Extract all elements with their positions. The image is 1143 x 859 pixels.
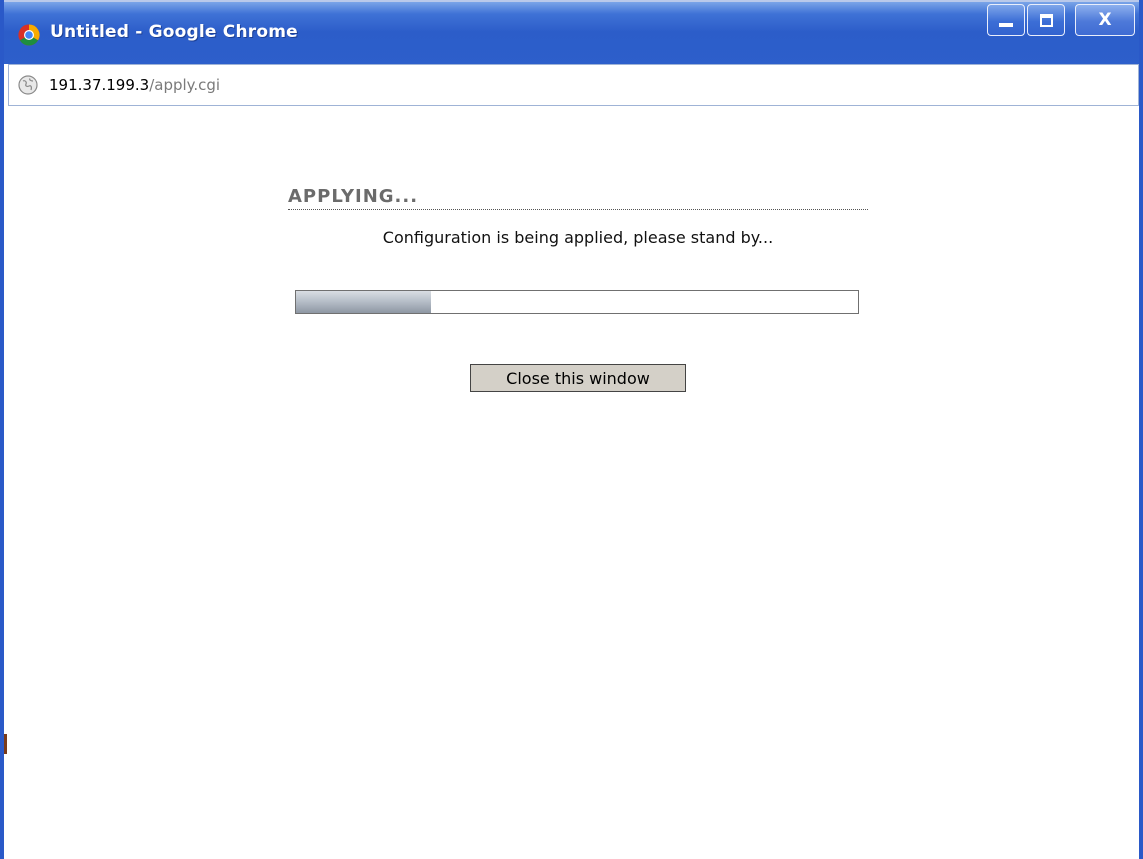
url-text[interactable]: 191.37.199.3/apply.cgi (49, 76, 220, 94)
chrome-icon (18, 24, 40, 46)
globe-icon (18, 75, 38, 95)
url-host: 191.37.199.3 (49, 76, 150, 94)
page-heading: APPLYING... (288, 186, 868, 210)
progress-bar (295, 290, 859, 314)
window-edge-mark (4, 734, 7, 754)
address-bar[interactable]: 191.37.199.3/apply.cgi (8, 64, 1139, 106)
close-window-button-page[interactable]: Close this window (470, 364, 686, 392)
url-path: /apply.cgi (149, 76, 221, 94)
window-title: Untitled - Google Chrome (50, 22, 298, 42)
status-message: Configuration is being applied, please s… (382, 228, 774, 247)
maximize-icon (1039, 13, 1053, 27)
close-window-button[interactable]: X (1075, 4, 1135, 36)
title-bar[interactable]: Untitled - Google Chrome X (4, 0, 1139, 64)
maximize-button[interactable] (1027, 4, 1065, 36)
minimize-icon (999, 23, 1013, 27)
minimize-button[interactable] (987, 4, 1025, 36)
progress-bar-fill (296, 291, 431, 313)
page-content: APPLYING... Configuration is being appli… (4, 106, 1139, 859)
window-controls: X (987, 4, 1135, 36)
browser-window: Untitled - Google Chrome X 191.37.199.3/… (0, 0, 1143, 859)
close-icon: X (1098, 10, 1112, 30)
